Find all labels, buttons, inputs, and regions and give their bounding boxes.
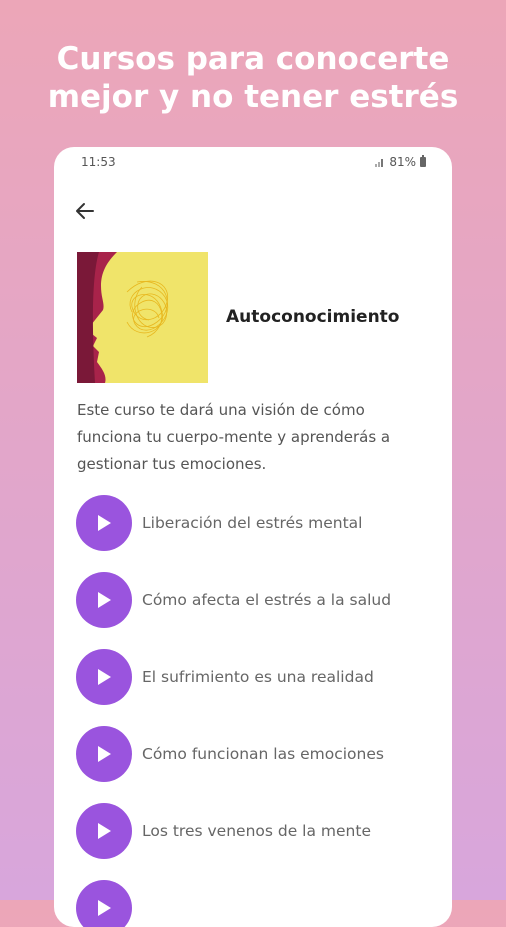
lesson-label: Cómo funcionan las emociones (142, 745, 384, 763)
lesson-item[interactable]: Los tres venenos de la mente (76, 803, 436, 859)
play-icon (98, 823, 111, 839)
lesson-item[interactable]: Cómo funcionan las emociones (76, 726, 436, 782)
head-illustration (77, 252, 208, 383)
play-icon (98, 900, 111, 916)
play-icon (98, 669, 111, 685)
lesson-item[interactable]: Liberación del estrés mental (76, 495, 436, 551)
promo-line-1: Cursos para conocerte (56, 41, 450, 77)
promo-headline: Cursos para conocerte mejor y no tener e… (0, 40, 506, 116)
battery-percent: 81% (389, 155, 416, 169)
back-button[interactable] (72, 199, 98, 223)
play-button[interactable] (76, 803, 132, 859)
lesson-label: Cómo afecta el estrés a la salud (142, 591, 392, 609)
lesson-label: El sufrimiento es una realidad (142, 668, 374, 686)
signal-icon (375, 159, 384, 167)
phone-screen: 11:53 81% Autoconocimiento Este curso te… (54, 147, 452, 927)
lesson-item[interactable] (76, 880, 436, 927)
battery-icon (420, 155, 426, 167)
play-button[interactable] (76, 880, 132, 927)
lesson-item[interactable]: Cómo afecta el estrés a la salud (76, 572, 436, 628)
play-button[interactable] (76, 649, 132, 705)
course-title: Autoconocimiento (226, 307, 400, 327)
play-button[interactable] (76, 726, 132, 782)
status-right: 81% (375, 155, 426, 169)
play-icon (98, 592, 111, 608)
play-button[interactable] (76, 572, 132, 628)
play-icon (98, 746, 111, 762)
course-description: Este curso te dará una visión de cómo fu… (77, 401, 391, 473)
lesson-label: Los tres venenos de la mente (142, 822, 371, 840)
promo-line-2: mejor y no tener estrés (47, 79, 459, 115)
arrow-left-icon (76, 203, 94, 219)
course-thumbnail (77, 252, 208, 383)
play-button[interactable] (76, 495, 132, 551)
status-bar: 11:53 81% (54, 155, 452, 173)
play-icon (98, 515, 111, 531)
lesson-label: Liberación del estrés mental (142, 514, 363, 532)
lesson-item[interactable]: El sufrimiento es una realidad (76, 649, 436, 705)
status-time: 11:53 (81, 155, 116, 169)
